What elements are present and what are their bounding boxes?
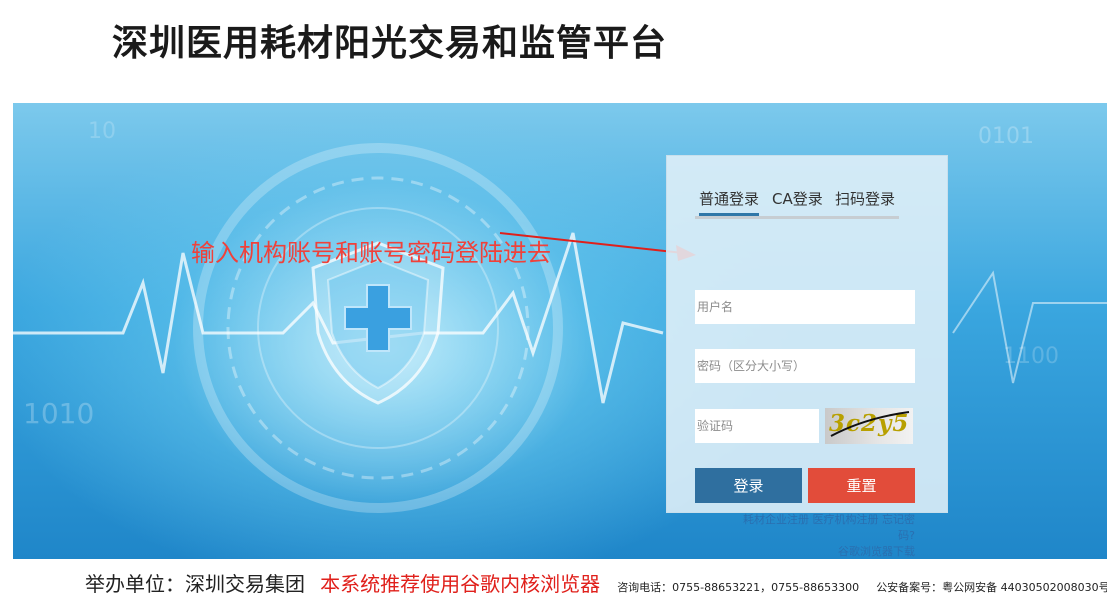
tab-normal-login[interactable]: 普通登录	[699, 188, 760, 216]
login-panel: 普通登录 CA登录 扫码登录 3c2y5 登录 重置 耗材企业注册 医疗机构注册…	[666, 155, 948, 558]
hero-banner: 1010 0101 1100 10 输入机构账号和账号密码登陆进去 普通登录 C…	[13, 103, 1107, 559]
svg-text:10: 10	[88, 119, 116, 144]
captcha-noise-line	[830, 411, 910, 437]
page-title: 深圳医用耗材阳光交易和监管平台	[112, 23, 668, 64]
footer-browser-recommendation: 本系统推荐使用谷歌内核浏览器	[320, 572, 601, 596]
svg-text:0101: 0101	[978, 124, 1034, 149]
footer: 举办单位：深圳交易集团 本系统推荐使用谷歌内核浏览器 咨询电话：0755-886…	[85, 568, 1107, 597]
login-button[interactable]: 登录	[695, 468, 802, 503]
captcha-image[interactable]: 3c2y5	[825, 408, 913, 444]
forgot-password-link[interactable]: 忘记密码?	[882, 513, 915, 542]
svg-text:1010: 1010	[23, 397, 94, 430]
browser-download-link[interactable]: 谷歌浏览器下载	[838, 545, 915, 558]
medical-cross-icon	[344, 284, 412, 352]
username-field[interactable]	[695, 290, 915, 324]
tab-ca-login[interactable]: CA登录	[772, 188, 823, 209]
footer-organizer: 举办单位：深圳交易集团	[85, 572, 305, 596]
hospital-register-link[interactable]: 医疗机构注册	[813, 513, 879, 526]
instruction-annotation: 输入机构账号和账号密码登陆进去	[191, 239, 551, 267]
tab-qr-login[interactable]: 扫码登录	[835, 188, 895, 209]
login-tabs: 普通登录 CA登录 扫码登录	[695, 186, 899, 219]
svg-text:1100: 1100	[1003, 344, 1059, 369]
reset-button[interactable]: 重置	[808, 468, 915, 503]
login-links: 耗材企业注册 医疗机构注册 忘记密码? 谷歌浏览器下载	[727, 512, 915, 559]
footer-hotline: 咨询电话：0755-88653221，0755-88653300	[617, 581, 860, 594]
supplier-register-link[interactable]: 耗材企业注册	[743, 513, 809, 526]
captcha-field[interactable]	[695, 409, 819, 443]
password-field[interactable]	[695, 349, 915, 383]
footer-record-number: 公安备案号：粤公网安备 44030502008030号	[876, 581, 1107, 594]
